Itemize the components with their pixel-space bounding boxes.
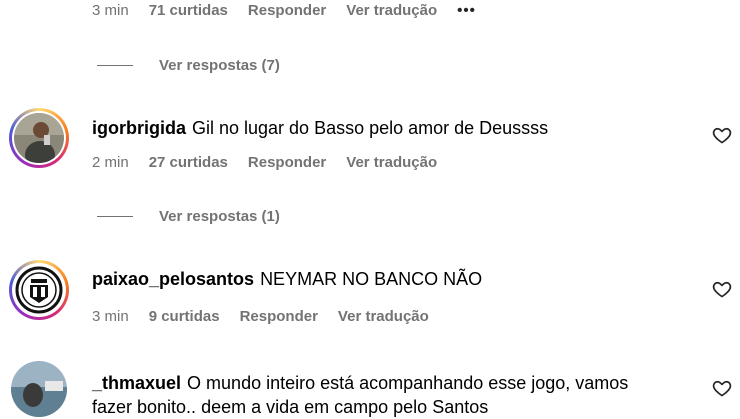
avatar[interactable] <box>9 108 69 168</box>
translate-button[interactable]: Ver tradução <box>338 308 429 325</box>
comment-body: igorbrigida Gil no lugar do Basso pelo am… <box>92 116 652 140</box>
avatar-image <box>14 265 64 315</box>
avatar-image <box>11 361 67 417</box>
heart-icon[interactable] <box>712 279 732 299</box>
comment-body: paixao_pelosantos NEYMAR NO BANCO NÃO <box>92 267 652 291</box>
comment-meta-top: 3 min 71 curtidas Responder Ver tradução… <box>92 2 476 19</box>
avatar[interactable] <box>9 260 69 320</box>
view-replies-label: Ver respostas (1) <box>159 208 280 225</box>
divider <box>97 216 133 217</box>
comment-meta: 2 min 27 curtidas Responder Ver tradução <box>92 154 437 171</box>
divider <box>97 65 133 66</box>
comment-username[interactable]: igorbrigida <box>92 118 186 138</box>
comment-time: 3 min <box>92 2 129 19</box>
comment-text: Gil no lugar do Basso pelo amor de Deuss… <box>192 118 549 138</box>
translate-button[interactable]: Ver tradução <box>346 154 437 171</box>
reply-button[interactable]: Responder <box>248 2 326 19</box>
view-replies-label: Ver respostas (7) <box>159 57 280 74</box>
comment-meta: 3 min 9 curtidas Responder Ver tradução <box>92 308 429 325</box>
reply-button[interactable]: Responder <box>248 154 326 171</box>
likes-count[interactable]: 9 curtidas <box>149 308 220 325</box>
comment-text: NEYMAR NO BANCO NÃO <box>260 269 483 289</box>
avatar-image <box>14 113 64 163</box>
comment-time: 3 min <box>92 308 129 325</box>
view-replies-button[interactable]: Ver respostas (7) <box>97 57 280 74</box>
translate-button[interactable]: Ver tradução <box>346 2 437 19</box>
likes-count[interactable]: 71 curtidas <box>149 2 228 19</box>
comment-body: _thmaxuel O mundo inteiro está acompanhan… <box>92 371 652 419</box>
comment-time: 2 min <box>92 154 129 171</box>
comment-username[interactable]: paixao_pelosantos <box>92 269 254 289</box>
heart-icon[interactable] <box>712 378 732 398</box>
avatar[interactable] <box>11 361 67 417</box>
likes-count[interactable]: 27 curtidas <box>149 154 228 171</box>
view-replies-button[interactable]: Ver respostas (1) <box>97 208 280 225</box>
more-options-icon[interactable]: ••• <box>457 2 476 19</box>
reply-button[interactable]: Responder <box>240 308 318 325</box>
heart-icon[interactable] <box>712 125 732 145</box>
comment-username[interactable]: _thmaxuel <box>92 373 181 393</box>
